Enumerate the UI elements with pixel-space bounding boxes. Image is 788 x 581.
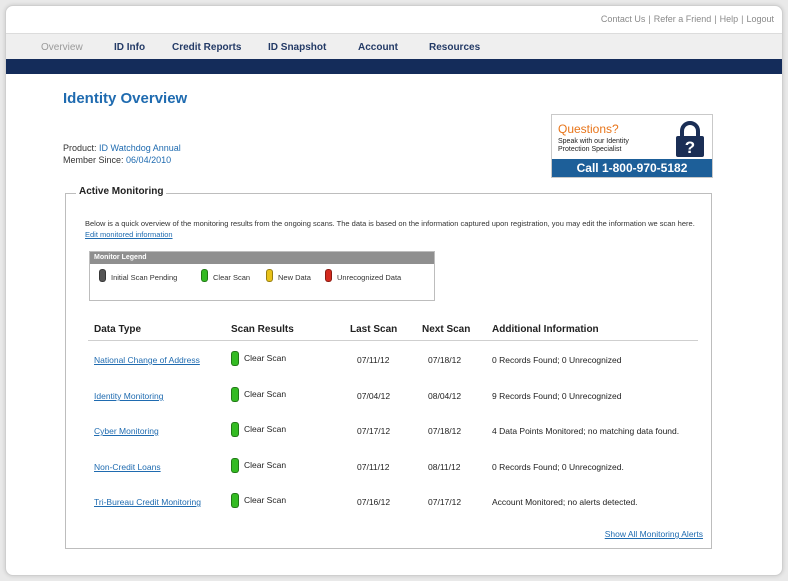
scan-result-label: Clear Scan	[244, 423, 287, 434]
contact-us-link[interactable]: Contact Us	[601, 14, 646, 24]
member-since-label: Member Since:	[63, 155, 124, 165]
product-value: ID Watchdog Annual	[99, 143, 181, 153]
edit-monitored-info-link[interactable]: Edit monitored information	[85, 230, 173, 239]
last-scan-date: 07/11/12	[357, 355, 390, 365]
scan-result: Clear Scan	[231, 387, 286, 402]
product-label: Product:	[63, 143, 97, 153]
show-all-alerts-link[interactable]: Show All Monitoring Alerts	[605, 529, 703, 539]
lock-question-icon: ?	[676, 121, 704, 157]
questions-box: Questions? Speak with our Identity Prote…	[551, 114, 713, 178]
last-scan-date: 07/04/12	[357, 391, 391, 401]
legend-label: Unrecognized Data	[337, 273, 402, 282]
data-type-link[interactable]: Non-Credit Loans	[94, 462, 161, 472]
scan-result-label: Clear Scan	[244, 352, 287, 363]
nav-resources[interactable]: Resources	[429, 42, 480, 53]
nav-account[interactable]: Account	[358, 42, 398, 53]
additional-info: 4 Data Points Monitored; no matching dat…	[492, 426, 680, 436]
help-link[interactable]: Help	[720, 14, 739, 24]
scan-result: Clear Scan	[231, 493, 286, 508]
new-data-status-icon	[266, 269, 273, 282]
col-header-additional-info: Additional Information	[492, 324, 599, 335]
legend-title: Monitor Legend	[90, 252, 434, 264]
svg-text:?: ?	[685, 138, 695, 157]
col-header-last-scan: Last Scan	[350, 324, 398, 335]
clear-status-icon	[231, 351, 239, 366]
questions-title: Questions?	[558, 122, 619, 136]
last-scan-date: 07/11/12	[357, 462, 390, 472]
col-header-data-type: Data Type	[94, 324, 142, 335]
unrecognized-status-icon	[325, 269, 332, 282]
last-scan-date: 07/16/12	[357, 497, 391, 507]
clear-status-icon	[231, 493, 239, 508]
call-phone-button[interactable]: Call 1-800-970-5182	[552, 159, 712, 177]
last-scan-date: 07/17/12	[357, 426, 391, 436]
data-type-link[interactable]: Tri-Bureau Credit Monitoring	[94, 497, 201, 507]
nav-id-info[interactable]: ID Info	[114, 42, 145, 53]
top-links: Contact Us | Refer a Friend | Help | Logout	[600, 14, 774, 24]
data-type-link[interactable]: Cyber Monitoring	[94, 426, 159, 436]
clear-status-icon	[231, 387, 239, 402]
monitor-legend: Monitor Legend Initial Scan Pending Clea…	[89, 251, 435, 301]
browser-frame: Contact Us | Refer a Friend | Help | Logout Ov…	[5, 5, 783, 576]
scan-result-label: Clear Scan	[244, 388, 287, 399]
active-monitoring-panel: Active Monitoring Below is a quick overv…	[65, 186, 712, 549]
product-info: Product: ID Watchdog Annual Member Since…	[63, 142, 181, 166]
refer-friend-link[interactable]: Refer a Friend	[654, 14, 712, 24]
additional-info: Account Monitored; no alerts detected.	[492, 497, 638, 507]
main-nav: Overview ID Info Credit Reports ID Snaps…	[6, 33, 782, 60]
legend-label: New Data	[278, 273, 311, 282]
clear-status-icon	[231, 422, 239, 437]
member-since-value: 06/04/2010	[126, 155, 172, 165]
legend-label: Initial Scan Pending	[111, 273, 178, 282]
next-scan-date: 07/18/12	[428, 355, 462, 365]
next-scan-date: 07/17/12	[428, 497, 462, 507]
data-type-link[interactable]: National Change of Address	[94, 355, 200, 365]
page-title: Identity Overview	[63, 90, 188, 107]
intro-text: Below is a quick overview of the monitor…	[85, 219, 695, 228]
scan-result-label: Clear Scan	[244, 459, 287, 470]
additional-info: 0 Records Found; 0 Unrecognized.	[492, 462, 624, 472]
monitoring-intro: Below is a quick overview of the monitor…	[85, 218, 695, 240]
scan-result: Clear Scan	[231, 458, 286, 473]
logout-link[interactable]: Logout	[746, 14, 774, 24]
scan-result: Clear Scan	[231, 422, 286, 437]
nav-overview[interactable]: Overview	[41, 42, 83, 53]
next-scan-date: 08/04/12	[428, 391, 462, 401]
questions-subtitle: Speak with our Identity Protection Speci…	[558, 138, 629, 153]
scan-result: Clear Scan	[231, 351, 286, 366]
col-header-next-scan: Next Scan	[422, 324, 471, 335]
next-scan-date: 08/11/12	[428, 462, 461, 472]
col-header-scan-results: Scan Results	[231, 324, 294, 335]
scan-result-label: Clear Scan	[244, 494, 287, 505]
nav-credit-reports[interactable]: Credit Reports	[172, 42, 241, 53]
pending-status-icon	[99, 269, 106, 282]
clear-status-icon	[201, 269, 208, 282]
nav-color-bar	[6, 59, 782, 74]
additional-info: 9 Records Found; 0 Unrecognized	[492, 391, 622, 401]
next-scan-date: 07/18/12	[428, 426, 462, 436]
data-type-link[interactable]: Identity Monitoring	[94, 391, 163, 401]
nav-id-snapshot[interactable]: ID Snapshot	[268, 42, 326, 53]
legend-label: Clear Scan	[213, 273, 251, 282]
clear-status-icon	[231, 458, 239, 473]
active-monitoring-title: Active Monitoring	[76, 186, 167, 197]
additional-info: 0 Records Found; 0 Unrecognized	[492, 355, 622, 365]
header-divider	[88, 340, 698, 341]
